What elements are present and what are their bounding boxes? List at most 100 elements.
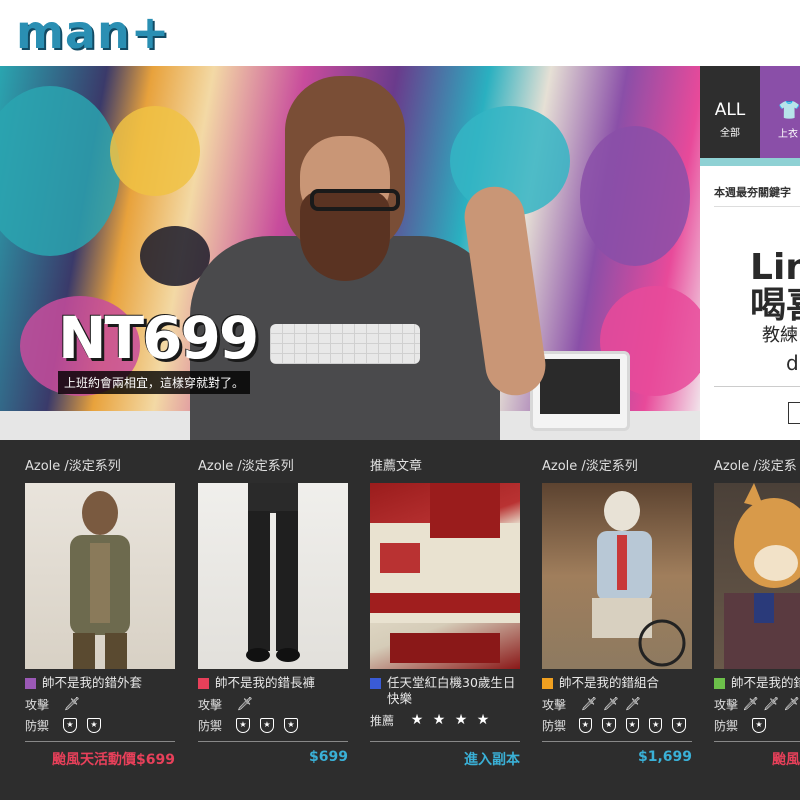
tab-all[interactable]: ALL 全部 <box>700 66 760 158</box>
product-price[interactable]: 颱風天活動價$699 <box>52 749 175 769</box>
shield-icon: ★ <box>625 717 639 733</box>
enter-link[interactable]: 進入副本 <box>464 749 520 769</box>
card-info: 任天堂紅白機30歲生日快樂 推薦 ★ ★ ★ ★ <box>370 675 520 728</box>
sword-icon: 🗡 <box>602 696 620 712</box>
card-info: 帥不是我的錯長褲 攻擊 🗡 防禦 ★ ★ ★ <box>198 675 348 733</box>
product-image-dog[interactable] <box>714 483 800 669</box>
keyword-heading: 本週最夯關鍵字 <box>714 186 791 199</box>
color-swatch <box>25 678 36 689</box>
logo-text: man+ <box>16 5 171 59</box>
tab-tops-label: 上衣 <box>778 129 798 140</box>
defense-stat: 防禦 ★ <box>714 717 800 733</box>
product-card[interactable]: Azole /淡定系列 帥不是我的錯長褲 攻擊 🗡 防禦 ★ ★ ★ $699 <box>198 455 348 765</box>
keyboard-print <box>270 324 420 364</box>
shield-icon: ★ <box>284 717 298 733</box>
product-image-outfit[interactable] <box>542 483 692 669</box>
graffiti-shape <box>580 126 690 266</box>
keyword-line-3: 教練 <box>762 325 798 346</box>
card-divider <box>542 741 692 742</box>
category-panel: ALL 全部 👕 上衣 本週最夯關鍵字 Lin 喝喜 教練 d <box>700 66 800 440</box>
product-name: 帥不是我的錯組合 <box>559 675 660 690</box>
tab-all-sublabel: 全部 <box>720 128 740 139</box>
article-card[interactable]: 推薦文章 任天堂紅白機30歲生日快樂 推薦 ★ ★ ★ ★ 進入副本 <box>370 455 520 768</box>
card-series: Azole /淡定系 <box>714 459 797 474</box>
product-card[interactable]: Azole /淡定系列 帥不是我的錯組合 攻擊 🗡 🗡 🗡 防禦 ★ ★ ★ ★… <box>542 455 692 765</box>
card-info: 帥不是我的錯 攻擊 🗡 🗡 🗡 防禦 ★ <box>714 675 800 733</box>
monitor-screen <box>540 359 620 414</box>
defense-stat: 防禦 ★ ★ ★ <box>198 717 348 733</box>
defense-label: 防禦 <box>542 718 567 733</box>
graffiti-shape <box>0 86 120 256</box>
tshirt-icon: 👕 <box>778 100 800 121</box>
hero-banner[interactable]: NT699 上班約會兩相宜，這樣穿就對了。 <box>0 66 700 440</box>
card-series: Azole /淡定系列 <box>542 459 638 474</box>
product-image-pants[interactable] <box>198 483 348 669</box>
card-divider <box>198 741 348 742</box>
defense-label: 防禦 <box>714 718 739 733</box>
star-icon: ★ <box>454 712 468 728</box>
article-name-row[interactable]: 任天堂紅白機30歲生日快樂 <box>370 675 520 707</box>
product-price[interactable]: $699 <box>309 749 348 765</box>
divider <box>714 206 800 207</box>
shield-icon: ★ <box>578 717 593 733</box>
attack-label: 攻擊 <box>714 697 739 712</box>
product-name-row[interactable]: 帥不是我的錯 <box>714 675 800 691</box>
defense-label: 防禦 <box>198 718 223 733</box>
product-card[interactable]: Azole /淡定系列 帥不是我的錯外套 攻擊 🗡 防禦 ★ ★ 颱風天活動價$… <box>25 455 175 768</box>
defense-label: 防禦 <box>25 718 50 733</box>
product-name-row[interactable]: 帥不是我的錯長褲 <box>198 675 348 691</box>
keyword-line-4: d <box>786 351 799 375</box>
card-info: 帥不是我的錯外套 攻擊 🗡 防禦 ★ ★ <box>25 675 175 733</box>
keyword-line-1: Lin <box>750 247 800 288</box>
pants-illustration <box>246 483 300 662</box>
hero-price: NT699 <box>58 304 259 372</box>
card-series: Azole /淡定系列 <box>25 459 121 474</box>
sword-icon: 🗡 <box>783 696 800 712</box>
sword-icon: 🗡 <box>580 696 598 712</box>
hero-tagline: 上班約會兩相宜，這樣穿就對了。 <box>58 371 251 394</box>
tab-all-label: ALL <box>714 100 746 120</box>
attack-stat: 攻擊 🗡 🗡 🗡 <box>542 696 692 712</box>
sword-icon: 🗡 <box>236 696 254 712</box>
star-icon: ★ <box>410 712 424 728</box>
product-card[interactable]: Azole /淡定系 帥不是我的錯 攻擊 🗡 🗡 🗡 防禦 ★ 颱風 <box>714 455 800 800</box>
product-name-row[interactable]: 帥不是我的錯外套 <box>25 675 175 691</box>
product-name: 帥不是我的錯長褲 <box>215 675 316 690</box>
card-series: 推薦文章 <box>370 459 423 474</box>
sword-icon: 🗡 <box>63 696 81 712</box>
site-header: man+ <box>0 0 800 66</box>
shield-icon: ★ <box>260 717 274 733</box>
article-name: 任天堂紅白機30歲生日快樂 <box>387 675 516 706</box>
shield-icon: ★ <box>87 717 101 733</box>
shield-icon: ★ <box>672 717 686 733</box>
color-swatch <box>370 678 381 689</box>
attack-label: 攻擊 <box>542 697 567 712</box>
product-image-jacket[interactable] <box>25 483 175 669</box>
attack-stat: 攻擊 🗡 <box>25 696 175 712</box>
panel-button[interactable] <box>788 402 800 424</box>
product-name: 帥不是我的錯 <box>731 675 800 690</box>
defense-stat: 防禦 ★ ★ <box>25 717 175 733</box>
shield-icon: ★ <box>236 717 250 733</box>
product-price[interactable]: 颱風 <box>772 749 800 769</box>
sword-icon: 🗡 <box>762 696 780 712</box>
attack-label: 攻擊 <box>25 697 50 712</box>
sword-icon: 🗡 <box>742 696 759 712</box>
attack-stat: 攻擊 🗡 <box>198 696 348 712</box>
site-logo[interactable]: man+ <box>16 5 171 59</box>
article-image-famicom[interactable] <box>370 483 520 669</box>
tab-tops[interactable]: 👕 上衣 <box>760 66 800 158</box>
card-divider <box>714 741 800 742</box>
product-name-row[interactable]: 帥不是我的錯組合 <box>542 675 692 691</box>
keyword-promo[interactable]: Lin 喝喜 <box>750 249 800 325</box>
recommend-label: 推薦 <box>370 713 395 728</box>
divider <box>714 386 800 387</box>
card-series: Azole /淡定系列 <box>198 459 294 474</box>
attack-stat: 攻擊 🗡 🗡 🗡 <box>714 696 800 712</box>
product-name: 帥不是我的錯外套 <box>42 675 143 690</box>
shield-icon: ★ <box>602 717 616 733</box>
jacket-model-illustration <box>70 491 130 669</box>
product-price[interactable]: $1,699 <box>638 749 692 765</box>
famicom-illustration <box>370 483 520 663</box>
card-info: 帥不是我的錯組合 攻擊 🗡 🗡 🗡 防禦 ★ ★ ★ ★ ★ <box>542 675 692 733</box>
